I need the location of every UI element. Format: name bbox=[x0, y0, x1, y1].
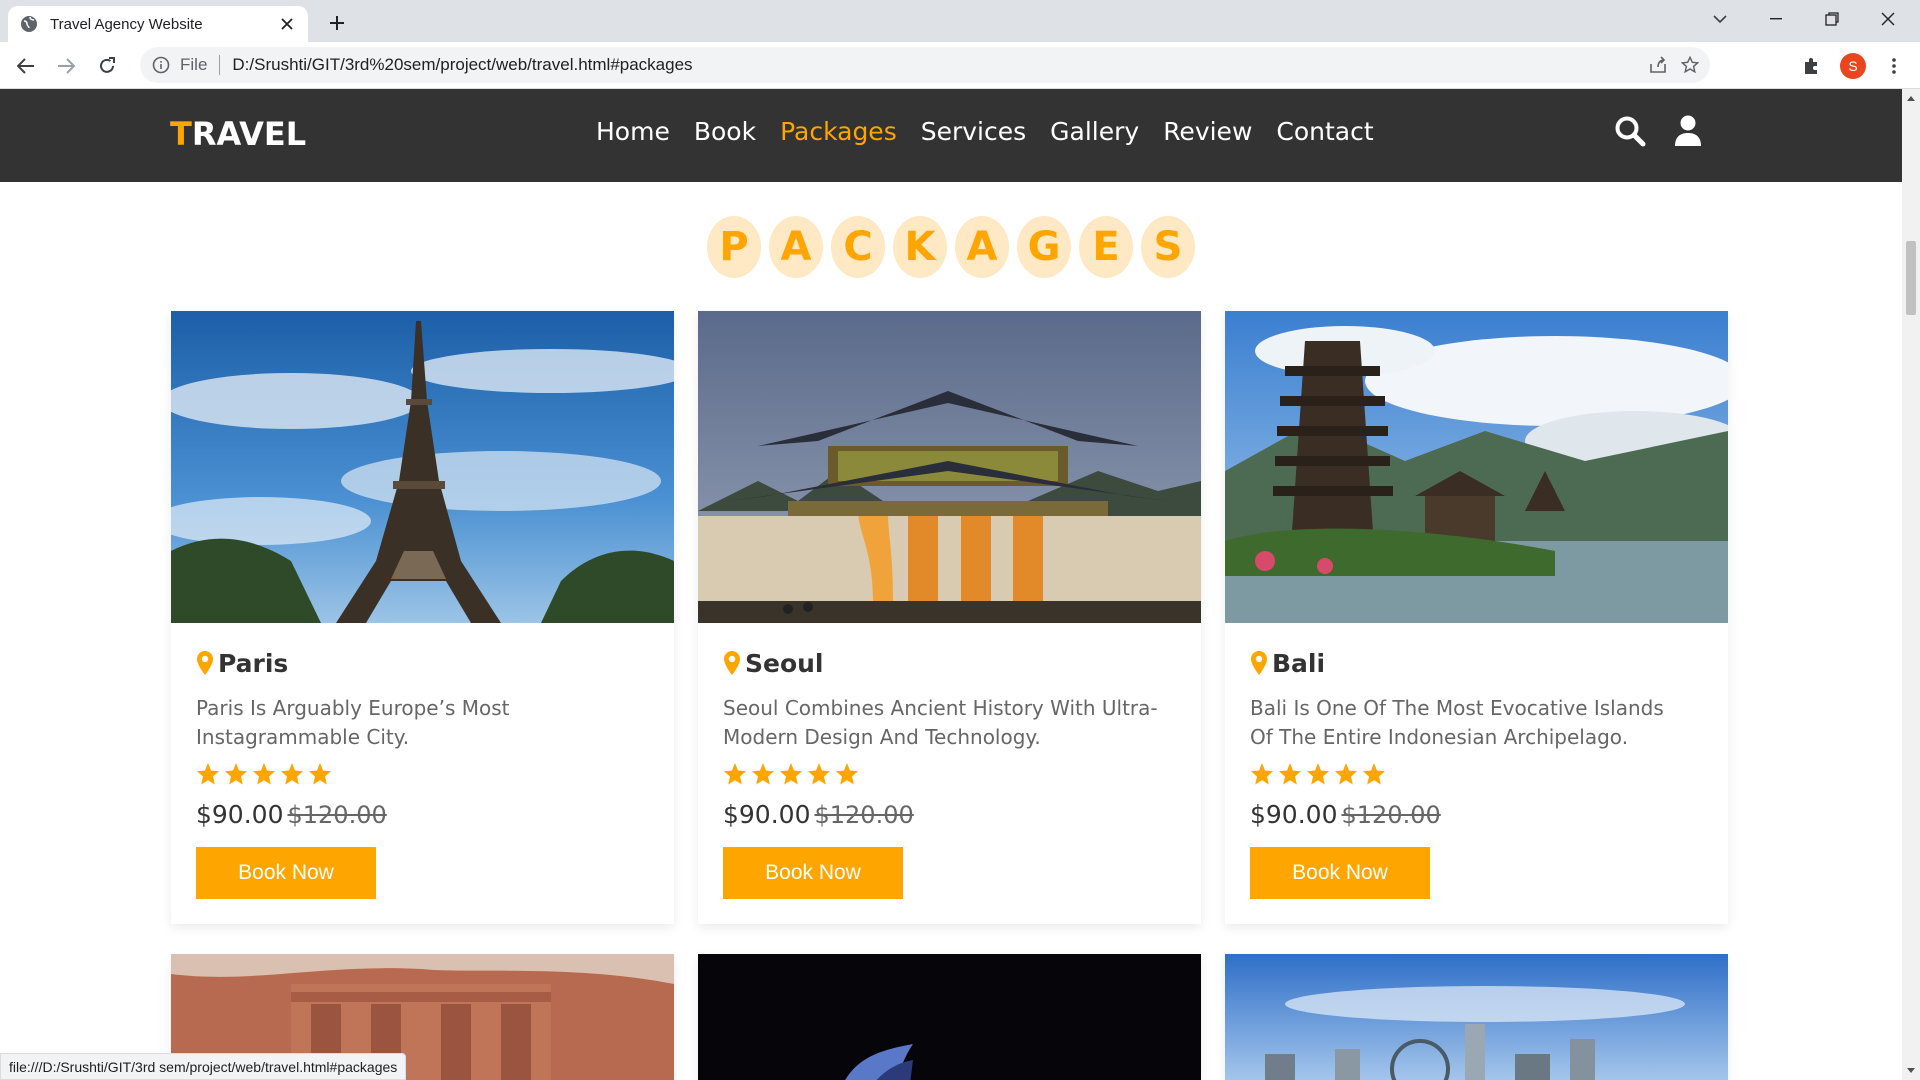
browser-tab-strip: Travel Agency Website bbox=[0, 0, 1920, 42]
browser-toolbar: File D:/Srushti/GIT/3rd%20sem/project/we… bbox=[0, 42, 1920, 89]
star-icon bbox=[1362, 762, 1386, 786]
star-icon bbox=[835, 762, 859, 786]
url-text[interactable]: D:/Srushti/GIT/3rd%20sem/project/web/tra… bbox=[232, 55, 692, 75]
star-icon bbox=[224, 762, 248, 786]
url-scheme-label: File bbox=[180, 55, 208, 74]
package-card-row2-2 bbox=[698, 954, 1201, 1080]
browser-tab[interactable]: Travel Agency Website bbox=[8, 6, 308, 42]
minimize-icon[interactable] bbox=[1748, 0, 1804, 38]
map-marker-icon bbox=[1250, 650, 1270, 678]
bookmark-star-icon[interactable] bbox=[1674, 47, 1706, 83]
star-icon bbox=[1250, 762, 1274, 786]
book-now-button[interactable]: Book Now bbox=[1250, 847, 1430, 899]
header-icons bbox=[1612, 113, 1706, 149]
site-logo[interactable]: TRAVEL bbox=[170, 115, 306, 153]
old-price: $120.00 bbox=[287, 801, 387, 829]
old-price: $120.00 bbox=[814, 801, 914, 829]
package-description: Paris Is Arguably Europe’s Most Instagra… bbox=[196, 696, 510, 749]
site-header: TRAVEL Home Book Packages Services Galle… bbox=[0, 89, 1902, 182]
extensions-puzzle-icon[interactable] bbox=[1796, 50, 1828, 82]
rating-stars bbox=[723, 762, 1176, 786]
url-separator bbox=[219, 55, 221, 75]
close-window-icon[interactable] bbox=[1860, 0, 1916, 38]
package-description: Bali Is One Of The Most Evocative Island… bbox=[1250, 696, 1664, 749]
heading-letter: G bbox=[1017, 216, 1071, 278]
star-icon bbox=[807, 762, 831, 786]
scrollbar-thumb[interactable] bbox=[1906, 241, 1916, 315]
heading-letter: E bbox=[1079, 216, 1133, 278]
package-card-seoul: Seoul Seoul Combines Ancient History Wit… bbox=[698, 311, 1201, 924]
nav-book[interactable]: Book bbox=[694, 117, 756, 146]
heading-letter: K bbox=[893, 216, 947, 278]
map-marker-icon bbox=[196, 650, 216, 678]
nav-contact[interactable]: Contact bbox=[1276, 117, 1373, 146]
tab-search-icon[interactable] bbox=[1692, 0, 1748, 38]
globe-icon bbox=[20, 15, 38, 33]
star-icon bbox=[196, 762, 220, 786]
gyeongbokgung-gate-photo bbox=[698, 311, 1201, 623]
package-price: $90.00 $120.00 bbox=[196, 800, 387, 829]
package-card-row2-3 bbox=[1225, 954, 1728, 1080]
package-price: $90.00 $120.00 bbox=[1250, 800, 1441, 829]
close-tab-icon[interactable] bbox=[278, 15, 296, 33]
city-skyline-photo bbox=[1225, 954, 1728, 1080]
sydney-opera-house-photo bbox=[698, 954, 1201, 1080]
page-viewport: TRAVEL Home Book Packages Services Galle… bbox=[0, 89, 1902, 1080]
star-icon bbox=[1306, 762, 1330, 786]
nav-services[interactable]: Services bbox=[921, 117, 1026, 146]
star-icon bbox=[723, 762, 747, 786]
package-title: Bali bbox=[1250, 649, 1703, 678]
status-bar: file:///D:/Srushti/GIT/3rd sem/project/w… bbox=[0, 1053, 407, 1080]
star-icon bbox=[252, 762, 276, 786]
tab-title: Travel Agency Website bbox=[50, 15, 203, 33]
nav-home[interactable]: Home bbox=[596, 117, 670, 146]
package-title: Paris bbox=[196, 649, 649, 678]
nav-packages[interactable]: Packages bbox=[780, 117, 897, 146]
reload-icon[interactable] bbox=[91, 50, 123, 82]
package-title: Seoul bbox=[723, 649, 1176, 678]
kebab-menu-icon[interactable] bbox=[1878, 50, 1910, 82]
scroll-down-icon[interactable] bbox=[1902, 1062, 1920, 1080]
rating-stars bbox=[196, 762, 649, 786]
map-marker-icon bbox=[723, 650, 743, 678]
packages-heading: P A C K A G E S bbox=[0, 216, 1902, 278]
scroll-up-icon[interactable] bbox=[1902, 89, 1920, 107]
package-card-paris: Paris Paris Is Arguably Europe’s Most In… bbox=[171, 311, 674, 924]
page-scrollbar[interactable] bbox=[1902, 89, 1920, 1080]
package-card-bali: Bali Bali Is One Of The Most Evocative I… bbox=[1225, 311, 1728, 924]
back-icon[interactable] bbox=[10, 50, 42, 82]
eiffel-tower-photo bbox=[171, 311, 674, 623]
star-icon bbox=[1334, 762, 1358, 786]
star-icon bbox=[1278, 762, 1302, 786]
info-icon[interactable] bbox=[152, 56, 170, 74]
book-now-button[interactable]: Book Now bbox=[723, 847, 903, 899]
restore-icon[interactable] bbox=[1804, 0, 1860, 38]
address-bar[interactable]: File D:/Srushti/GIT/3rd%20sem/project/we… bbox=[140, 47, 1710, 83]
heading-letter: P bbox=[707, 216, 761, 278]
profile-initial: S bbox=[1840, 53, 1866, 79]
profile-avatar[interactable]: S bbox=[1837, 50, 1869, 82]
heading-letter: C bbox=[831, 216, 885, 278]
bali-temple-photo bbox=[1225, 311, 1728, 623]
star-icon bbox=[308, 762, 332, 786]
heading-letter: A bbox=[769, 216, 823, 278]
main-nav: Home Book Packages Services Gallery Revi… bbox=[596, 117, 1398, 146]
package-description: Seoul Combines Ancient History With Ultr… bbox=[723, 696, 1158, 749]
share-icon[interactable] bbox=[1642, 47, 1674, 83]
nav-gallery[interactable]: Gallery bbox=[1050, 117, 1139, 146]
new-tab-button[interactable] bbox=[324, 10, 350, 36]
star-icon bbox=[779, 762, 803, 786]
star-icon bbox=[751, 762, 775, 786]
book-now-button[interactable]: Book Now bbox=[196, 847, 376, 899]
nav-review[interactable]: Review bbox=[1163, 117, 1252, 146]
rating-stars bbox=[1250, 762, 1703, 786]
user-icon[interactable] bbox=[1670, 113, 1706, 149]
package-price: $90.00 $120.00 bbox=[723, 800, 914, 829]
heading-letter: A bbox=[955, 216, 1009, 278]
search-icon[interactable] bbox=[1612, 113, 1648, 149]
old-price: $120.00 bbox=[1341, 801, 1441, 829]
star-icon bbox=[280, 762, 304, 786]
forward-icon[interactable] bbox=[50, 50, 82, 82]
heading-letter: S bbox=[1141, 216, 1195, 278]
